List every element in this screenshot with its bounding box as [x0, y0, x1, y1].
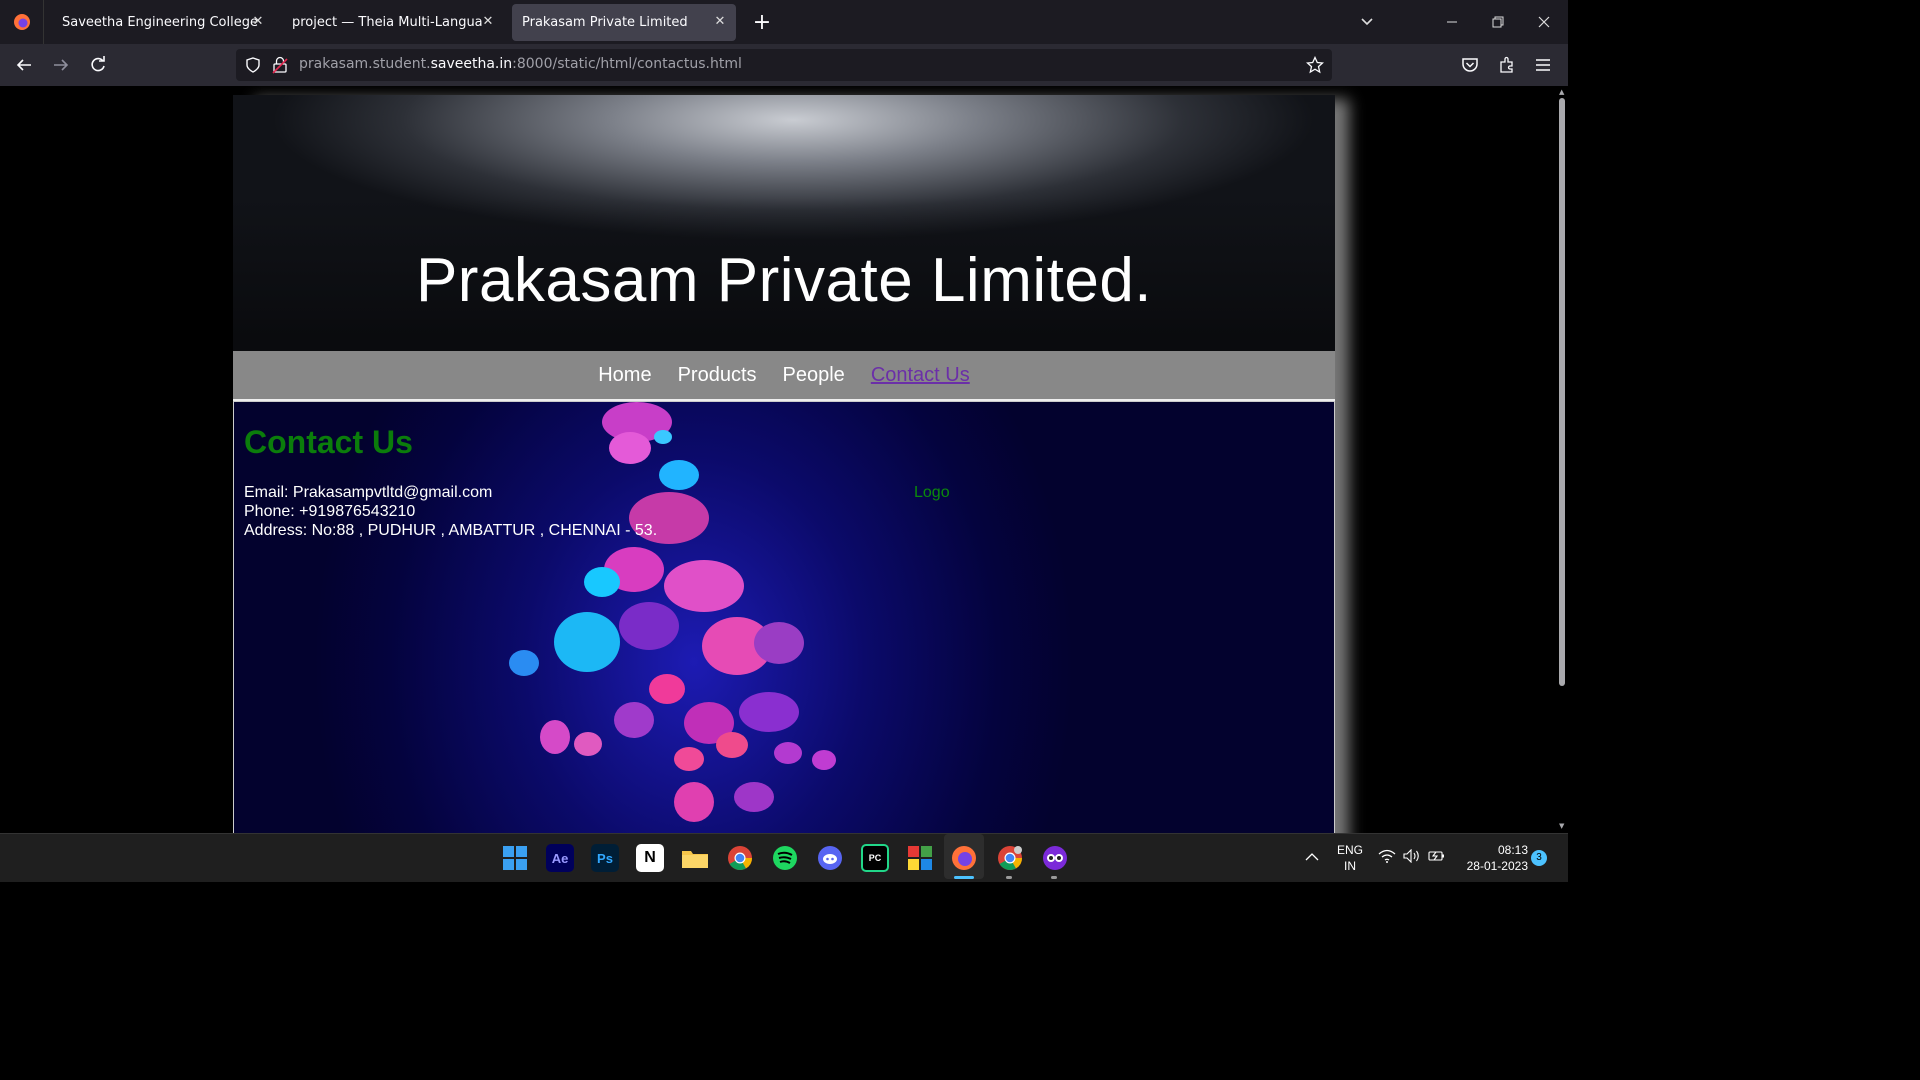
notion-icon[interactable]: N	[636, 844, 664, 872]
tab-saveetha[interactable]: Saveetha Engineering College ✕	[52, 4, 274, 41]
site-title: Prakasam Private Limited.	[415, 246, 1153, 315]
forward-icon[interactable]	[49, 53, 73, 77]
wifi-icon[interactable]	[1378, 849, 1396, 867]
clock-time: 08:13	[1497, 843, 1528, 857]
language-indicator[interactable]: ENG IN	[1334, 842, 1366, 874]
scroll-down-icon[interactable]: ▼	[1559, 822, 1564, 830]
tab-label: Saveetha Engineering College	[62, 14, 258, 30]
page-container: Prakasam Private Limited. Home Products …	[233, 95, 1335, 833]
nav-home-link[interactable]: Home	[598, 364, 651, 387]
photoshop-icon[interactable]: Ps	[591, 844, 619, 872]
close-window-icon[interactable]	[1521, 0, 1567, 44]
tab-theia-project[interactable]: project — Theia Multi-Language Ex ✕	[282, 4, 504, 41]
site-nav: Home Products People Contact Us	[233, 351, 1335, 401]
file-explorer-icon[interactable]	[681, 844, 709, 872]
extensions-icon[interactable]	[1495, 53, 1519, 77]
chrome-running-indicator	[1006, 876, 1012, 879]
battery-charging-icon[interactable]	[1428, 849, 1446, 867]
page-scrollbar[interactable]: ▲ ▼	[1556, 86, 1568, 833]
tab-label: Prakasam Private Limited	[522, 14, 688, 30]
address-bar[interactable]: prakasam.student.saveetha.in:8000/static…	[236, 49, 1332, 81]
new-tab-icon[interactable]: +	[750, 10, 774, 35]
clock-date: 28-01-2023	[1466, 859, 1528, 873]
navigation-toolbar: prakasam.student.saveetha.in:8000/static…	[0, 44, 1568, 86]
nav-products-link[interactable]: Products	[678, 364, 757, 387]
minimize-icon[interactable]	[1429, 0, 1475, 44]
firefox-menu-icon[interactable]	[0, 0, 44, 44]
cheat-engine-icon[interactable]	[1041, 844, 1069, 872]
shield-icon[interactable]	[245, 57, 261, 77]
notification-badge[interactable]: 3	[1531, 850, 1547, 866]
close-tab-icon[interactable]: ✕	[250, 14, 266, 30]
language-code: ENG	[1336, 843, 1363, 857]
clock[interactable]: 08:13 28-01-2023	[1458, 842, 1528, 874]
nav-people-link[interactable]: People	[783, 364, 845, 387]
contact-heading: Contact Us	[244, 424, 413, 460]
url-text: prakasam.student.saveetha.in:8000/static…	[299, 56, 742, 72]
tab-bar: Saveetha Engineering College ✕ project —…	[0, 0, 1568, 44]
app-grid-icon[interactable]	[906, 844, 934, 872]
firefox-icon[interactable]	[950, 844, 978, 872]
pocket-icon[interactable]	[1458, 53, 1482, 77]
list-all-tabs-icon[interactable]	[1344, 0, 1390, 44]
address-text: Address: No:88 , PUDHUR , AMBATTUR , CHE…	[244, 522, 658, 539]
nav-contact-link[interactable]: Contact Us	[871, 364, 970, 387]
hamburger-menu-icon[interactable]	[1531, 53, 1555, 77]
scrollbar-thumb[interactable]	[1559, 98, 1565, 686]
back-icon[interactable]	[12, 53, 36, 77]
tab-label: project — Theia Multi-Language Ex	[292, 14, 482, 30]
chrome-profile-icon[interactable]	[996, 844, 1024, 872]
firefox-active-indicator	[954, 876, 974, 879]
tab-prakasam[interactable]: Prakasam Private Limited ✕	[512, 3, 736, 41]
after-effects-icon[interactable]: Ae	[546, 844, 574, 872]
reload-icon[interactable]	[86, 53, 110, 77]
volume-icon[interactable]	[1403, 848, 1421, 867]
region-code: IN	[1344, 859, 1356, 873]
show-hidden-icons[interactable]	[1305, 849, 1319, 865]
windows-start-icon[interactable]	[501, 844, 529, 872]
bookmark-star-icon[interactable]	[1305, 55, 1325, 78]
pycharm-icon[interactable]: PC	[861, 844, 889, 872]
contact-section: Contact Us Email: Prakasampvtltd@gmail.c…	[233, 401, 1335, 833]
email-text: Email: Prakasampvtltd@gmail.com	[244, 484, 493, 501]
scroll-up-icon[interactable]: ▲	[1559, 88, 1564, 96]
close-tab-icon[interactable]: ✕	[480, 14, 496, 30]
insecure-lock-icon[interactable]	[272, 56, 288, 78]
spotify-icon[interactable]	[771, 844, 799, 872]
close-tab-icon[interactable]: ✕	[712, 14, 728, 30]
discord-icon[interactable]	[816, 844, 844, 872]
windows-taskbar: Ae Ps N PC ENG IN 08:13 28-01-2023 3	[0, 833, 1568, 882]
cheat-engine-running-indicator	[1051, 876, 1057, 879]
page-viewport: Prakasam Private Limited. Home Products …	[0, 86, 1556, 833]
phone-text: Phone: +919876543210	[244, 503, 416, 520]
restore-icon[interactable]	[1475, 0, 1521, 44]
chrome-icon[interactable]	[726, 844, 754, 872]
logo-image-alt: Logo	[914, 484, 950, 501]
site-header: Prakasam Private Limited.	[233, 95, 1335, 351]
